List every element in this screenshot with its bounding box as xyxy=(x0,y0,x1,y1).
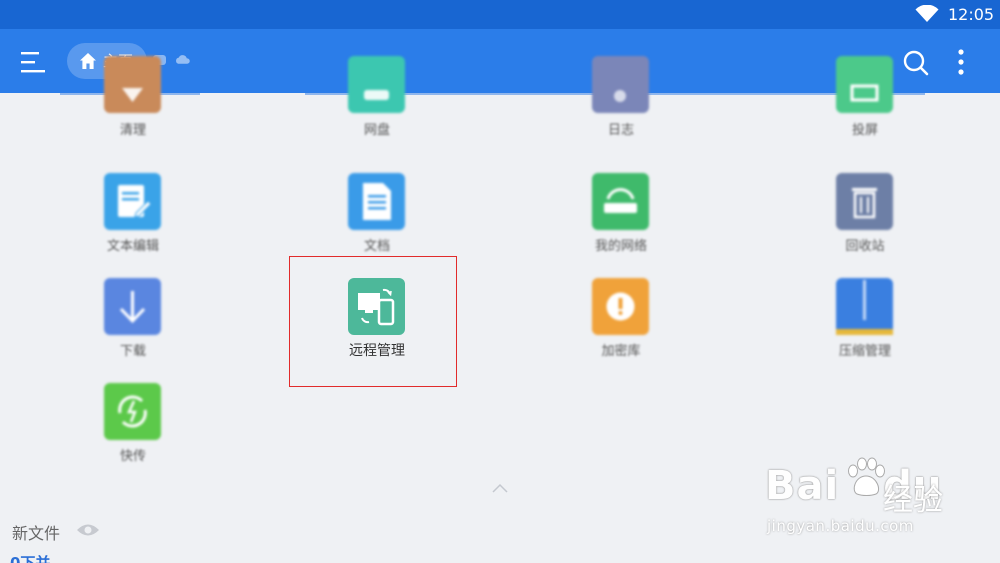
menu-icon[interactable] xyxy=(16,47,50,77)
tile-label: 日志 xyxy=(607,123,634,138)
tile-label: 清理 xyxy=(119,123,146,138)
tile-label: 压缩管理 xyxy=(838,344,891,359)
tile-log[interactable]: 日志 xyxy=(561,56,681,151)
status-bar: 12:05 xyxy=(0,0,1000,29)
clean-icon xyxy=(104,56,161,113)
section-title: 新文件 xyxy=(12,524,61,543)
tile-label: 网盘 xyxy=(363,123,390,138)
tile-network[interactable]: 我的网络 xyxy=(561,173,681,268)
more-vert-icon[interactable] xyxy=(952,47,970,77)
log-icon xyxy=(592,56,649,113)
download-icon xyxy=(104,278,161,335)
highlight-frame xyxy=(289,256,457,387)
network-icon xyxy=(592,173,649,230)
tile-label: 文档 xyxy=(363,239,390,254)
tool-grid: 清理 网盘 日志 投屏 文本编辑 文档 我的网络 回收站 下载 远程管理 加密库… xyxy=(0,56,1000,493)
tile-label: 加密库 xyxy=(601,344,641,359)
tile-zip[interactable]: 压缩管理 xyxy=(805,278,925,373)
tile-download[interactable]: 下载 xyxy=(73,278,193,373)
watermark-url: jingyan.baidu.com xyxy=(767,517,914,535)
tile-document[interactable]: 文档 xyxy=(317,173,437,268)
tile-label: 文本编辑 xyxy=(106,239,159,254)
text-edit-icon xyxy=(104,173,161,230)
tile-clean[interactable]: 清理 xyxy=(73,56,193,151)
tile-trash[interactable]: 回收站 xyxy=(805,173,925,268)
baidu-watermark: Bai du 经验 jingyan.baidu.com xyxy=(765,455,950,545)
file-group-header[interactable]: 0下并 xyxy=(10,553,80,563)
document-icon xyxy=(348,173,405,230)
tile-label: 下载 xyxy=(119,344,146,359)
zip-icon xyxy=(836,278,893,335)
tile-label: 我的网络 xyxy=(594,239,647,254)
trash-icon xyxy=(836,173,893,230)
tile-text-edit[interactable]: 文本编辑 xyxy=(73,173,193,268)
tile-label: 投屏 xyxy=(851,123,878,138)
cast-icon xyxy=(836,56,893,113)
paw-icon xyxy=(848,457,885,496)
eye-icon[interactable] xyxy=(76,521,100,539)
tile-label: 回收站 xyxy=(845,239,885,254)
file-group-label: 0下并 xyxy=(10,554,51,563)
wifi-icon xyxy=(915,5,939,22)
tile-cast[interactable]: 投屏 xyxy=(805,56,925,151)
clock: 12:05 xyxy=(948,5,995,24)
tile-label: 快传 xyxy=(119,449,146,464)
encrypt-icon xyxy=(592,278,649,335)
tile-cloud-drive[interactable]: 网盘 xyxy=(317,56,437,151)
tile-quick-transfer[interactable]: 快传 xyxy=(73,383,193,478)
quick-transfer-icon xyxy=(104,383,161,440)
tile-encrypt[interactable]: 加密库 xyxy=(561,278,681,373)
cloud-drive-icon xyxy=(348,56,405,113)
chevron-up-icon[interactable] xyxy=(491,482,509,494)
watermark-cn: 经验 xyxy=(883,483,943,518)
